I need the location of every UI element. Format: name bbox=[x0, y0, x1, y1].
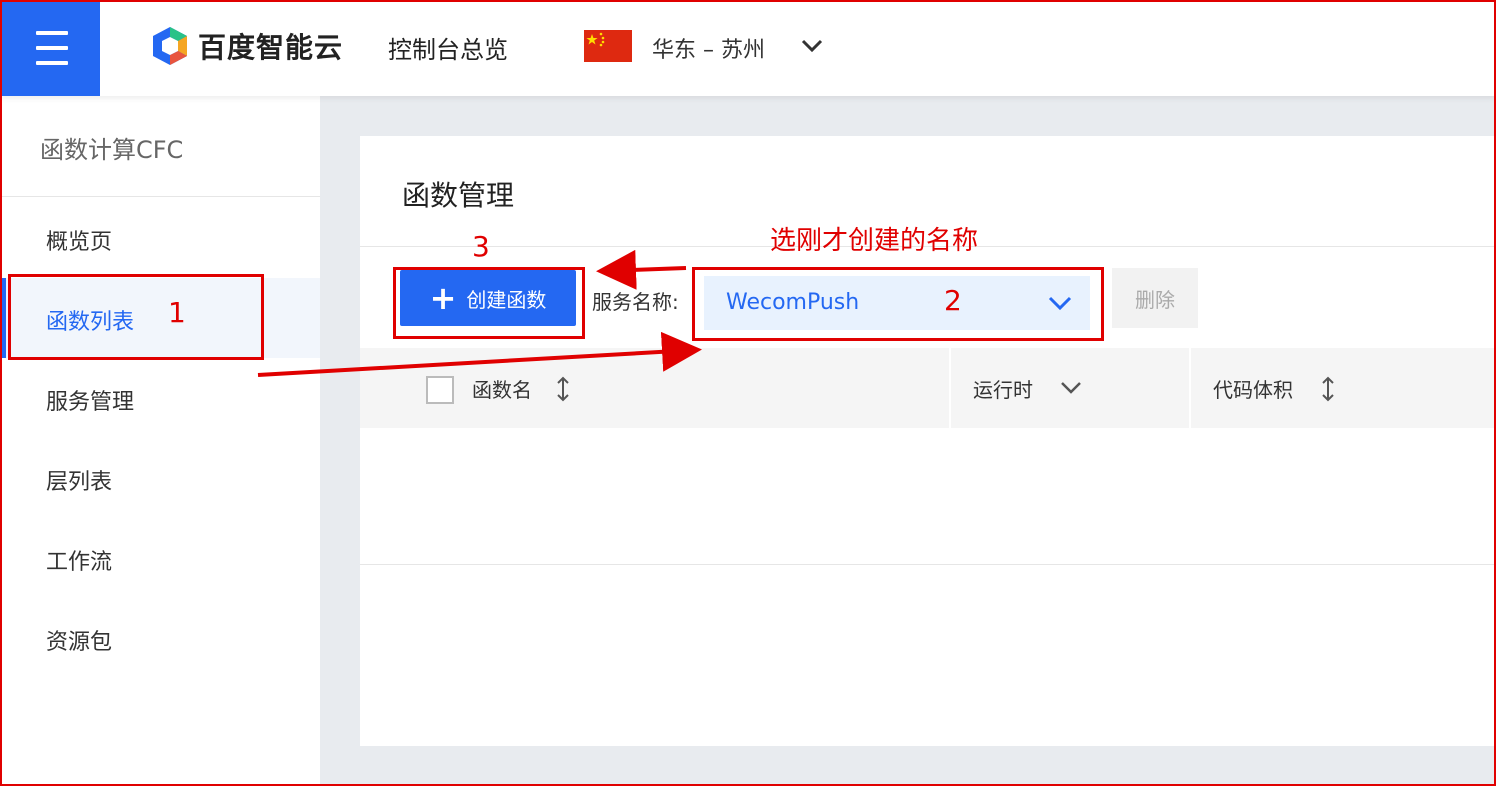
annotation-step-2: 2 bbox=[944, 284, 962, 317]
logo-text: 百度智能云 bbox=[198, 31, 344, 64]
annotation-step-3: 3 bbox=[472, 230, 490, 263]
column-label: 代码体积 bbox=[1213, 378, 1293, 402]
service-name-label: 服务名称: bbox=[592, 290, 679, 314]
sidebar-item-service-management[interactable]: 服务管理 bbox=[2, 358, 320, 438]
sort-icon[interactable] bbox=[556, 376, 570, 402]
chevron-down-icon[interactable] bbox=[1059, 380, 1083, 396]
menu-icon-bar bbox=[36, 61, 68, 65]
top-bar: 百度智能云 控制台总览 华东 – 苏州 bbox=[0, 0, 1496, 96]
annotation-hint-text: 选刚才创建的名称 bbox=[770, 226, 979, 256]
sort-icon[interactable] bbox=[1321, 376, 1335, 402]
create-function-label: 创建函数 bbox=[466, 287, 547, 312]
sidebar-item-label: 层列表 bbox=[46, 470, 113, 495]
sidebar-divider bbox=[2, 196, 320, 197]
service-name-value: WecomPush bbox=[726, 290, 860, 315]
menu-icon-bar bbox=[36, 46, 68, 50]
create-function-button[interactable]: + 创建函数 bbox=[400, 270, 576, 326]
sidebar-item-resource-package[interactable]: 资源包 bbox=[2, 598, 320, 678]
sidebar-item-label: 服务管理 bbox=[46, 390, 135, 415]
chevron-down-icon[interactable] bbox=[800, 34, 824, 58]
column-label: 函数名 bbox=[472, 378, 532, 402]
column-runtime[interactable]: 运行时 bbox=[951, 348, 1189, 428]
sidebar-item-overview[interactable]: 概览页 bbox=[2, 198, 320, 278]
sidebar: 函数计算CFC 概览页 函数列表 服务管理 层列表 工作流 资源包 bbox=[2, 96, 320, 786]
sidebar-item-layer-list[interactable]: 层列表 bbox=[2, 438, 320, 518]
sidebar-item-label: 工作流 bbox=[46, 550, 113, 575]
sidebar-item-workflow[interactable]: 工作流 bbox=[2, 518, 320, 598]
column-function-name[interactable]: 函数名 bbox=[360, 348, 950, 428]
service-name-select[interactable]: WecomPush bbox=[704, 276, 1090, 330]
menu-button[interactable] bbox=[2, 2, 100, 96]
table-header: 函数名 运行时 代码体积 bbox=[360, 348, 1496, 428]
menu-icon bbox=[36, 31, 68, 35]
china-flag-icon bbox=[584, 30, 632, 62]
column-code-size[interactable]: 代码体积 bbox=[1191, 348, 1496, 428]
sidebar-item-label: 概览页 bbox=[46, 230, 113, 255]
console-overview-link[interactable]: 控制台总览 bbox=[388, 30, 508, 65]
sidebar-item-function-list[interactable]: 函数列表 bbox=[2, 278, 320, 358]
annotation-step-1: 1 bbox=[168, 296, 186, 329]
sidebar-item-label: 函数列表 bbox=[46, 310, 135, 335]
column-label: 运行时 bbox=[973, 378, 1033, 402]
plus-icon: + bbox=[429, 279, 457, 317]
baidu-cloud-logo[interactable]: 百度智能云 bbox=[150, 24, 343, 68]
delete-button[interactable]: 删除 bbox=[1112, 268, 1198, 328]
table-empty-row-divider bbox=[360, 564, 1496, 565]
region-selector[interactable]: 华东 – 苏州 bbox=[652, 32, 765, 64]
sidebar-item-label: 资源包 bbox=[46, 630, 113, 655]
chevron-down-icon bbox=[1048, 296, 1072, 311]
page-title: 函数管理 bbox=[402, 179, 515, 212]
sidebar-title: 函数计算CFC bbox=[40, 136, 184, 164]
baidu-cloud-logo-icon bbox=[153, 27, 187, 65]
active-indicator bbox=[2, 278, 6, 358]
